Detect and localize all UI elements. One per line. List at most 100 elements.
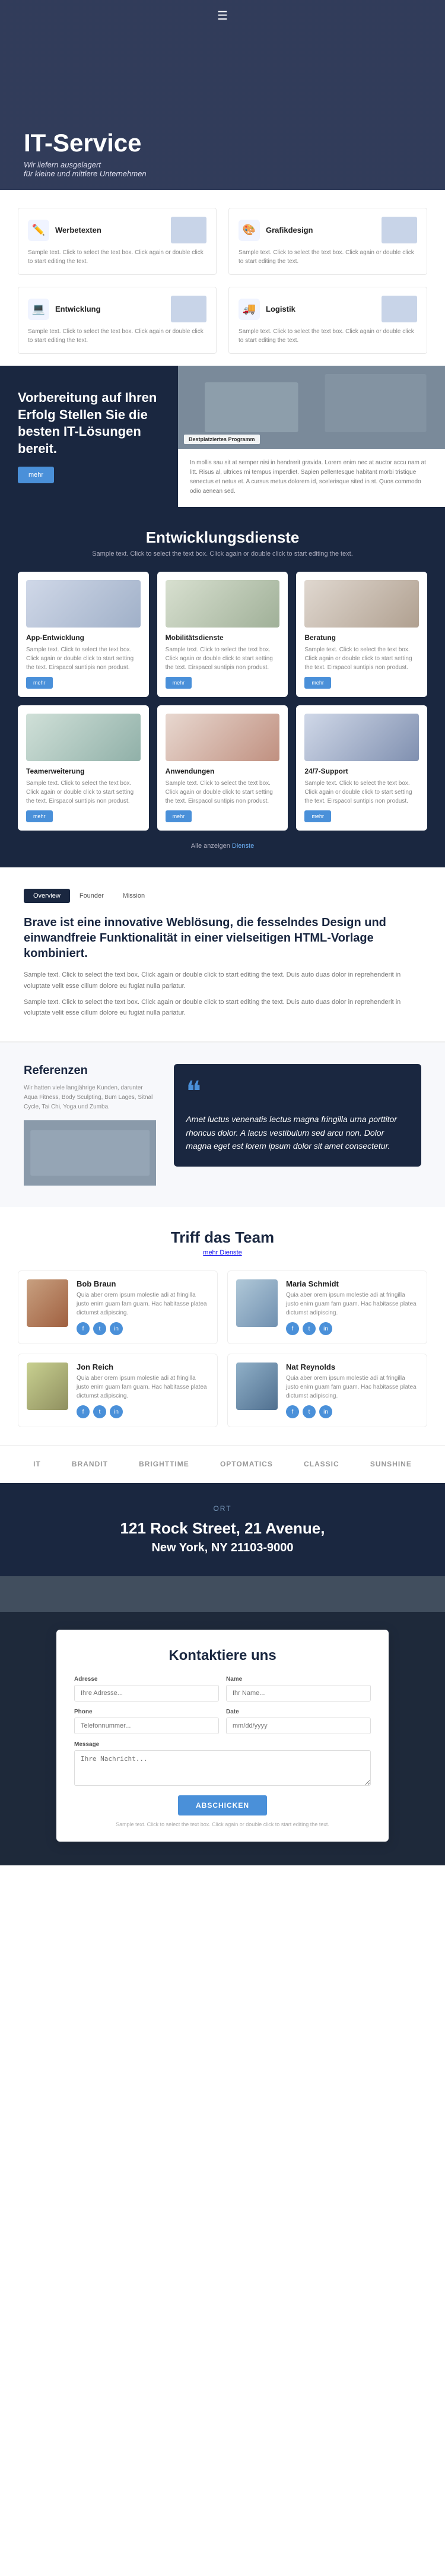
- logo-3: OPTOMATICS: [220, 1460, 273, 1468]
- dev-text-4: Sample text. Click to select the text bo…: [166, 779, 280, 806]
- message-label: Message: [74, 1741, 371, 1748]
- social-fb-maria[interactable]: f: [286, 1322, 299, 1335]
- dev-section: Entwicklungsdienste Sample text. Click t…: [0, 507, 445, 867]
- team-text-jon: Quia aber orem ipsum molestie adi at fri…: [77, 1374, 209, 1401]
- team-text-maria: Quia aber orem ipsum molestie adi at fri…: [286, 1291, 418, 1317]
- team-card-bob: Bob Braun Quia aber orem ipsum molestie …: [18, 1270, 218, 1344]
- dev-text-2: Sample text. Click to select the text bo…: [304, 645, 419, 672]
- social-li-nat[interactable]: in: [319, 1405, 332, 1418]
- social-li-maria[interactable]: in: [319, 1322, 332, 1335]
- social-tw-nat[interactable]: t: [303, 1405, 316, 1418]
- ref-heading: Referenzen: [24, 1064, 156, 1078]
- service-card-logistik: 🚚 Logistik Sample text. Click to select …: [228, 287, 427, 354]
- team-card-nat: Nat Reynolds Quia aber orem ipsum molest…: [227, 1354, 427, 1427]
- location-label: Ort: [24, 1504, 421, 1513]
- team-text-nat: Quia aber orem ipsum molestie adi at fri…: [286, 1374, 418, 1401]
- address-input[interactable]: [74, 1685, 219, 1702]
- location-address1: 121 Rock Street, 21 Avenue,: [24, 1519, 421, 1539]
- dev-title-0: App-Entwicklung: [26, 633, 141, 642]
- quote-icon: ❝: [186, 1078, 409, 1107]
- phone-input[interactable]: [74, 1718, 219, 1734]
- service-text-entwicklung: Sample text. Click to select the text bo…: [28, 327, 206, 345]
- team-socials-nat: f t in: [286, 1405, 418, 1418]
- message-input[interactable]: [74, 1750, 371, 1786]
- logo-1: BRANDIT: [72, 1460, 108, 1468]
- service-img-grafik: [382, 217, 417, 243]
- team-avatar-maria: [236, 1279, 278, 1327]
- social-fb-jon[interactable]: f: [77, 1405, 90, 1418]
- tab-founder[interactable]: Founder: [70, 889, 113, 903]
- contact-section: Kontaktiere uns Adresse Name Phone Date: [0, 1576, 445, 1865]
- dev-heading: Entwicklungsdienste: [18, 528, 427, 547]
- dev-title-1: Mobilitätsdienste: [166, 633, 280, 642]
- dev-img-2: [304, 580, 419, 628]
- social-tw-bob[interactable]: t: [93, 1322, 106, 1335]
- menu-icon[interactable]: ☰: [217, 8, 228, 23]
- about-text2: Sample text. Click to select the text bo…: [24, 997, 421, 1019]
- team-name-maria: Maria Schmidt: [286, 1279, 418, 1288]
- social-li-bob[interactable]: in: [110, 1322, 123, 1335]
- dev-more-text: Alle anzeigen: [191, 842, 230, 850]
- logistik-icon: 🚚: [239, 299, 260, 320]
- contact-form: Kontaktiere uns Adresse Name Phone Date: [56, 1630, 389, 1842]
- social-tw-jon[interactable]: t: [93, 1405, 106, 1418]
- dev-card-5: 24/7-Support Sample text. Click to selec…: [296, 705, 427, 831]
- success-more-button[interactable]: mehr: [18, 467, 54, 483]
- success-description: In mollis sau sit at semper nisi in hend…: [178, 449, 445, 506]
- dev-text-1: Sample text. Click to select the text bo…: [166, 645, 280, 672]
- dev-btn-4[interactable]: mehr: [166, 810, 192, 822]
- dev-btn-2[interactable]: mehr: [304, 677, 331, 689]
- dev-btn-5[interactable]: mehr: [304, 810, 331, 822]
- services-grid: ✏️ Werbetexten Sample text. Click to sel…: [18, 208, 427, 354]
- dev-card-1: Mobilitätsdienste Sample text. Click to …: [157, 572, 288, 697]
- success-section: Vorbereitung auf Ihren Erfolg Stellen Si…: [0, 366, 445, 507]
- contact-heading: Kontaktiere uns: [74, 1647, 371, 1664]
- social-fb-bob[interactable]: f: [77, 1322, 90, 1335]
- team-avatar-jon: [27, 1363, 68, 1410]
- field-phone: Phone: [74, 1709, 219, 1734]
- dev-grid: App-Entwicklung Sample text. Click to se…: [18, 572, 427, 831]
- ref-left-text: Wir hatten viele langjährige Kunden, dar…: [24, 1083, 156, 1112]
- service-img-entwicklung: [171, 296, 206, 322]
- logo-5: Sunshine: [370, 1460, 412, 1468]
- team-avatar-nat: [236, 1363, 278, 1410]
- service-text-werbetexten: Sample text. Click to select the text bo…: [28, 248, 206, 266]
- about-tabs: Overview Founder Mission: [24, 889, 421, 903]
- service-card-werbetexten: ✏️ Werbetexten Sample text. Click to sel…: [18, 208, 217, 275]
- team-card-jon: Jon Reich Quia aber orem ipsum molestie …: [18, 1354, 218, 1427]
- service-title-entwicklung: Entwicklung: [55, 305, 101, 313]
- werbetexten-icon: ✏️: [28, 220, 49, 241]
- social-tw-maria[interactable]: t: [303, 1322, 316, 1335]
- service-text-logistik: Sample text. Click to select the text bo…: [239, 327, 417, 345]
- dev-title-5: 24/7-Support: [304, 767, 419, 775]
- team-socials-bob: f t in: [77, 1322, 209, 1335]
- ref-left: Referenzen Wir hatten viele langjährige …: [24, 1064, 156, 1186]
- tab-overview[interactable]: Overview: [24, 889, 70, 903]
- social-li-jon[interactable]: in: [110, 1405, 123, 1418]
- dev-btn-1[interactable]: mehr: [166, 677, 192, 689]
- success-left: Vorbereitung auf Ihren Erfolg Stellen Si…: [0, 366, 178, 507]
- team-mehr-link[interactable]: mehr Dienste: [203, 1249, 241, 1256]
- success-right: Bestplatziertes Programm In mollis sau s…: [178, 366, 445, 507]
- logo-4: CLASSIC: [304, 1460, 339, 1468]
- service-text-grafik: Sample text. Click to select the text bo…: [239, 248, 417, 266]
- dev-img-1: [166, 580, 280, 628]
- name-label: Name: [226, 1676, 371, 1683]
- dev-card-3: Teamerweiterung Sample text. Click to se…: [18, 705, 149, 831]
- success-image: Bestplatziertes Programm: [178, 366, 445, 449]
- dev-btn-3[interactable]: mehr: [26, 810, 53, 822]
- dev-btn-0[interactable]: mehr: [26, 677, 53, 689]
- dev-more: Alle anzeigen Dienste: [18, 842, 427, 850]
- dev-more-link[interactable]: Dienste: [232, 842, 254, 850]
- name-input[interactable]: [226, 1685, 371, 1702]
- dev-title-3: Teamerweiterung: [26, 767, 141, 775]
- social-fb-nat[interactable]: f: [286, 1405, 299, 1418]
- submit-button[interactable]: ABSCHICKEN: [178, 1795, 267, 1815]
- hero-subtitle: Wir liefern ausgelagertfür kleine und mi…: [24, 160, 147, 178]
- dev-title-2: Beratung: [304, 633, 419, 642]
- team-heading: Triff das Team: [18, 1228, 427, 1247]
- date-label: Date: [226, 1709, 371, 1715]
- field-message: Message: [74, 1741, 371, 1786]
- tab-mission[interactable]: Mission: [113, 889, 154, 903]
- date-input[interactable]: [226, 1718, 371, 1734]
